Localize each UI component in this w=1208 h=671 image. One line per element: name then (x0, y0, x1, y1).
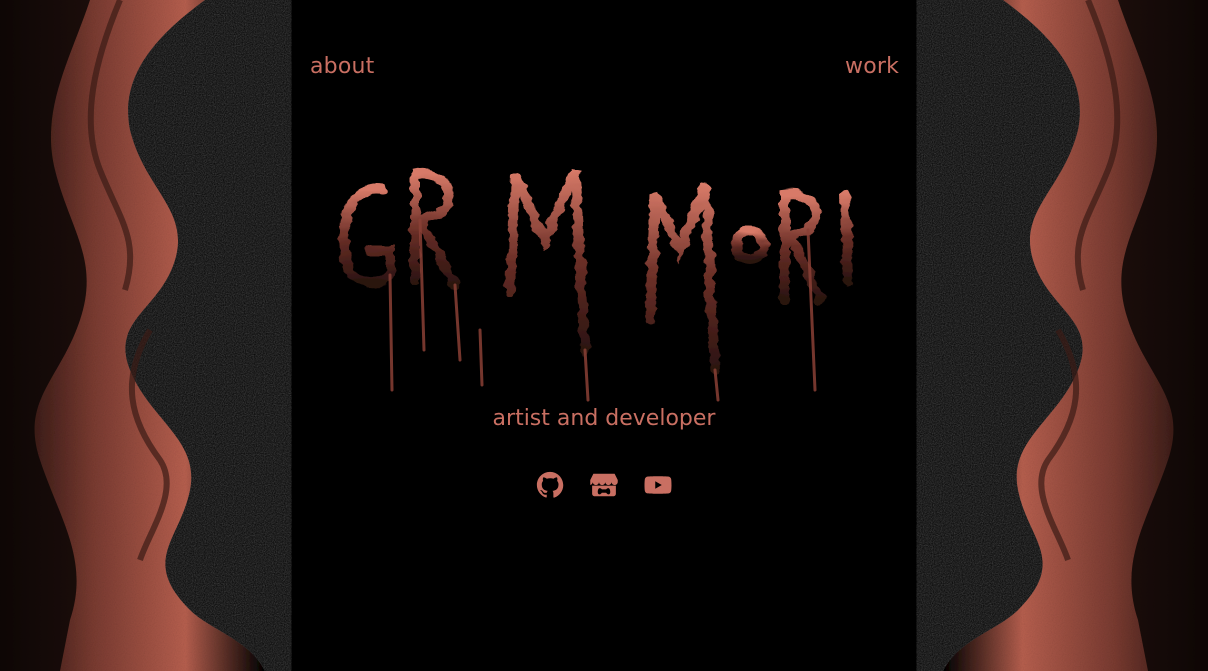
itchio-link[interactable] (589, 470, 619, 500)
youtube-icon (644, 476, 672, 494)
right-decorative-art (943, 0, 1208, 671)
page: about work artist and developer (0, 0, 1208, 671)
youtube-link[interactable] (643, 470, 673, 500)
github-icon (536, 471, 564, 498)
tagline: artist and developer (492, 406, 716, 431)
nav-work-link[interactable]: work (845, 54, 899, 79)
grim-mori-logo (338, 168, 853, 402)
itchio-icon (589, 473, 618, 497)
social-links (0, 470, 1208, 500)
nav-about-link[interactable]: about (310, 54, 374, 79)
github-link[interactable] (535, 470, 565, 500)
left-decorative-art (0, 0, 265, 671)
